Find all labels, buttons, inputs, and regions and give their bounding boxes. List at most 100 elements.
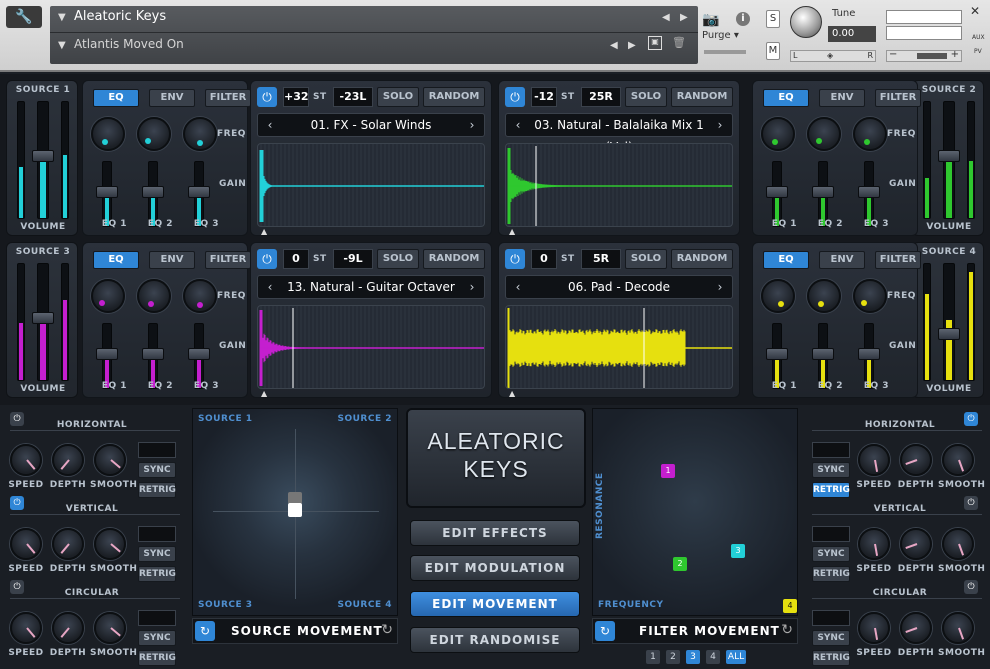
eq-gain-handle[interactable]: [812, 348, 834, 360]
filter-handle-4[interactable]: 4: [783, 599, 797, 613]
random-button[interactable]: RANDOM: [671, 249, 733, 269]
eq-freq-knob[interactable]: [137, 117, 171, 151]
purge-dropdown[interactable]: Purge ▾: [702, 30, 739, 41]
filter-handle-3[interactable]: 3: [731, 544, 745, 558]
source-power-icon[interactable]: ⏻: [257, 249, 277, 269]
eq-gain-handle[interactable]: [96, 348, 118, 360]
rate-display[interactable]: [138, 610, 176, 626]
sync-button[interactable]: SYNC: [812, 630, 850, 646]
depth-knob[interactable]: [900, 528, 932, 560]
eq-gain-fader[interactable]: [96, 161, 118, 227]
depth-knob[interactable]: [52, 444, 84, 476]
tab-filter[interactable]: FILTER: [205, 251, 251, 269]
tab-eq[interactable]: EQ: [763, 251, 809, 269]
depth-knob[interactable]: [52, 612, 84, 644]
sync-button[interactable]: SYNC: [812, 462, 850, 478]
tab-env[interactable]: ENV: [819, 251, 865, 269]
solo-button[interactable]: SOLO: [625, 249, 667, 269]
tab-eq[interactable]: EQ: [763, 89, 809, 107]
eq-gain-fader[interactable]: [142, 323, 164, 389]
eq-gain-handle[interactable]: [188, 348, 210, 360]
semitone-value[interactable]: +32: [283, 87, 309, 107]
mute-button[interactable]: M: [766, 42, 780, 60]
waveform-display[interactable]: [505, 143, 733, 227]
prev-instrument-icon[interactable]: ◀: [662, 12, 670, 23]
speed-knob[interactable]: [10, 444, 42, 476]
eq-gain-handle[interactable]: [142, 348, 164, 360]
eq-freq-knob[interactable]: [807, 117, 841, 151]
pan-slider[interactable]: L ◈ R: [790, 50, 876, 62]
source-power-icon[interactable]: ⏻: [505, 249, 525, 269]
eq-freq-knob[interactable]: [183, 117, 217, 151]
aux-label[interactable]: AUX: [972, 34, 985, 41]
eq-gain-handle[interactable]: [858, 186, 880, 198]
eq-freq-knob[interactable]: [807, 279, 841, 313]
tab-filter[interactable]: FILTER: [875, 89, 921, 107]
sample-selector[interactable]: ‹03. Natural - Balalaika Mix 1 (Vel)›: [505, 113, 733, 154]
pager-button[interactable]: 4: [706, 650, 720, 664]
filter-handle-2[interactable]: 2: [673, 557, 687, 571]
eq-gain-fader[interactable]: [766, 323, 788, 389]
retrig-button[interactable]: RETRIG: [138, 566, 176, 582]
semitone-value[interactable]: -12: [531, 87, 557, 107]
collapse-icon[interactable]: ▼: [58, 12, 66, 23]
pad-source-handle[interactable]: [288, 503, 302, 517]
volume-fader[interactable]: [938, 263, 960, 381]
eq-freq-knob[interactable]: [853, 279, 887, 313]
prev-sample-icon[interactable]: ‹: [260, 114, 280, 136]
next-snapshot-icon[interactable]: ▶: [628, 40, 636, 51]
eq-gain-fader[interactable]: [766, 161, 788, 227]
pager-button[interactable]: 3: [686, 650, 700, 664]
sample-selector[interactable]: ‹ 01. FX - Solar Winds ›: [257, 113, 485, 137]
next-sample-icon[interactable]: ›: [710, 114, 730, 136]
sync-button[interactable]: SYNC: [138, 630, 176, 646]
eq-freq-knob[interactable]: [761, 279, 795, 313]
eq-gain-handle[interactable]: [812, 186, 834, 198]
retrig-button[interactable]: RETRIG: [138, 650, 176, 666]
wrench-icon[interactable]: 🔧: [6, 6, 42, 28]
depth-knob[interactable]: [900, 612, 932, 644]
random-button[interactable]: RANDOM: [423, 87, 485, 107]
speed-knob[interactable]: [858, 612, 890, 644]
tab-filter[interactable]: FILTER: [205, 89, 251, 107]
eq-gain-handle[interactable]: [188, 186, 210, 198]
eq-gain-fader[interactable]: [858, 161, 880, 227]
edit-movement-button[interactable]: EDIT MOVEMENT: [410, 591, 580, 617]
edit-randomise-button[interactable]: EDIT RANDOMISE: [410, 627, 580, 653]
retrig-button[interactable]: RETRIG: [812, 566, 850, 582]
pv-label[interactable]: PV: [974, 48, 982, 55]
random-button[interactable]: RANDOM: [423, 249, 485, 269]
sync-button[interactable]: SYNC: [812, 546, 850, 562]
pan-value[interactable]: 5R: [581, 249, 621, 269]
source-power-icon[interactable]: ⏻: [505, 87, 525, 107]
retrig-button[interactable]: RETRIG: [138, 482, 176, 498]
tab-env[interactable]: ENV: [149, 251, 195, 269]
sample-start-marker-icon[interactable]: ▲: [261, 389, 267, 398]
eq-gain-handle[interactable]: [96, 186, 118, 198]
speed-knob[interactable]: [858, 444, 890, 476]
volume-slider[interactable]: − +: [886, 49, 962, 62]
sample-start-marker-icon[interactable]: ▲: [509, 227, 515, 236]
smooth-knob[interactable]: [942, 612, 974, 644]
semitone-value[interactable]: 0: [283, 249, 309, 269]
edit-effects-button[interactable]: EDIT EFFECTS: [410, 520, 580, 546]
next-sample-icon[interactable]: ›: [710, 276, 730, 298]
retrig-button[interactable]: RETRIG: [812, 482, 850, 498]
eq-gain-fader[interactable]: [812, 161, 834, 227]
depth-knob[interactable]: [900, 444, 932, 476]
solo-button[interactable]: SOLO: [625, 87, 667, 107]
solo-button[interactable]: SOLO: [377, 87, 419, 107]
tab-env[interactable]: ENV: [819, 89, 865, 107]
eq-gain-fader[interactable]: [858, 323, 880, 389]
eq-freq-knob[interactable]: [183, 279, 217, 313]
tune-knob[interactable]: [790, 6, 822, 38]
pan-value[interactable]: -23L: [333, 87, 373, 107]
semitone-value[interactable]: 0: [531, 249, 557, 269]
next-instrument-icon[interactable]: ▶: [680, 12, 688, 23]
rate-display[interactable]: [812, 442, 850, 458]
volume-fader[interactable]: [938, 101, 960, 219]
speed-knob[interactable]: [10, 612, 42, 644]
eq-freq-knob[interactable]: [761, 117, 795, 151]
filter-movement-reset-icon[interactable]: ↻: [781, 622, 793, 638]
eq-gain-fader[interactable]: [812, 323, 834, 389]
